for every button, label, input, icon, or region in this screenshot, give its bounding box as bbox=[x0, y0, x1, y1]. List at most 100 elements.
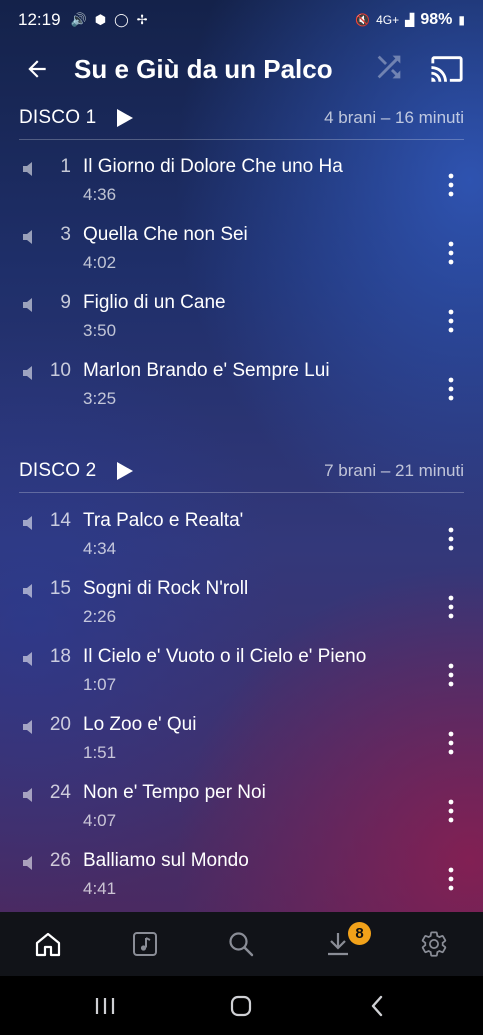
track-duration: 1:07 bbox=[83, 675, 117, 694]
track-title: Balliamo sul Mondo bbox=[83, 850, 249, 871]
battery-icon: ▮ bbox=[458, 13, 465, 27]
more-vert-icon bbox=[448, 595, 454, 619]
app-notification-icon: ⬢ bbox=[94, 12, 107, 27]
track-more-button[interactable] bbox=[436, 236, 466, 270]
nav-library[interactable] bbox=[125, 926, 165, 962]
track-duration: 4:36 bbox=[83, 185, 117, 204]
track-duration: 3:25 bbox=[83, 389, 117, 408]
search-icon bbox=[229, 932, 254, 957]
track-title: Lo Zoo e' Qui bbox=[83, 714, 197, 735]
track-more-button[interactable] bbox=[436, 522, 466, 556]
speaker-icon bbox=[23, 366, 32, 380]
track-number: 26 bbox=[49, 850, 71, 871]
download-count-badge: 8 bbox=[348, 922, 371, 945]
signal-icon: ▟ bbox=[405, 13, 415, 27]
track-duration: 3:50 bbox=[83, 321, 117, 340]
recents-button[interactable] bbox=[88, 992, 122, 1020]
speaker-icon bbox=[23, 788, 32, 802]
track-title: Non e' Tempo per Noi bbox=[83, 782, 266, 803]
track-duration: 4:34 bbox=[83, 539, 117, 558]
disc-title: DISCO 2 bbox=[19, 459, 97, 481]
track-row[interactable]: 20 Lo Zoo e' Qui 1:51 bbox=[0, 714, 483, 782]
track-title: Figlio di un Cane bbox=[83, 292, 226, 313]
bottom-navigation bbox=[0, 912, 483, 976]
back-chevron-icon bbox=[371, 995, 383, 1017]
speaker-icon bbox=[23, 720, 32, 734]
more-vert-icon bbox=[448, 799, 454, 823]
track-row[interactable]: 24 Non e' Tempo per Noi 4:07 bbox=[0, 782, 483, 850]
more-vert-icon bbox=[448, 527, 454, 551]
track-duration: 1:51 bbox=[83, 743, 117, 762]
track-more-button[interactable] bbox=[436, 658, 466, 692]
track-number: 15 bbox=[49, 578, 71, 599]
settings-icon bbox=[421, 931, 447, 957]
track-more-button[interactable] bbox=[436, 794, 466, 828]
back-button[interactable] bbox=[12, 44, 62, 94]
play-disc-button[interactable] bbox=[116, 460, 138, 482]
track-duration: 4:07 bbox=[83, 811, 117, 830]
disc-header: DISCO 2 7 brani – 21 minuti bbox=[19, 449, 464, 493]
more-vert-icon bbox=[448, 663, 454, 687]
track-row[interactable]: 26 Balliamo sul Mondo 4:41 bbox=[0, 850, 483, 918]
nav-settings[interactable] bbox=[414, 926, 454, 962]
track-number: 14 bbox=[49, 510, 71, 531]
system-navigation-bar bbox=[0, 976, 483, 1035]
track-title: Quella Che non Sei bbox=[83, 224, 248, 245]
speaker-icon bbox=[23, 230, 32, 244]
cast-icon[interactable] bbox=[430, 52, 464, 86]
track-more-button[interactable] bbox=[436, 590, 466, 624]
shuffle-icon[interactable] bbox=[372, 50, 406, 84]
track-more-button[interactable] bbox=[436, 726, 466, 760]
track-row[interactable]: 15 Sogni di Rock N'roll 2:26 bbox=[0, 578, 483, 646]
speaker-icon bbox=[23, 516, 32, 530]
track-title: Tra Palco e Realta' bbox=[83, 510, 244, 531]
recents-icon bbox=[95, 998, 115, 1014]
disc-header: DISCO 1 4 brani – 16 minuti bbox=[19, 96, 464, 140]
track-more-button[interactable] bbox=[436, 862, 466, 896]
track-title: Il Cielo e' Vuoto o il Cielo e' Pieno bbox=[83, 646, 367, 667]
play-disc-button[interactable] bbox=[116, 107, 138, 129]
more-vert-icon bbox=[448, 241, 454, 265]
speaker-icon bbox=[23, 298, 32, 312]
track-more-button[interactable] bbox=[436, 304, 466, 338]
track-more-button[interactable] bbox=[436, 168, 466, 202]
track-duration: 2:26 bbox=[83, 607, 117, 626]
circle-icon: ◯ bbox=[114, 12, 129, 27]
disc-info: 7 brani – 21 minuti bbox=[324, 460, 464, 480]
more-vert-icon bbox=[448, 731, 454, 755]
network-type: 4G+ bbox=[376, 13, 400, 27]
home-icon bbox=[35, 932, 61, 957]
track-number: 24 bbox=[49, 782, 71, 803]
speaker-icon bbox=[23, 584, 32, 598]
disc-title: DISCO 1 bbox=[19, 106, 97, 128]
status-bar: 12:19 🔊 ⬢ ◯ ✢ 🔇 4G+ ▟ 98% ▮ bbox=[0, 0, 483, 40]
track-number: 10 bbox=[49, 360, 71, 381]
accessibility-icon: ✢ bbox=[136, 12, 148, 27]
mute-icon: 🔇 bbox=[355, 13, 371, 27]
track-row[interactable]: 9 Figlio di un Cane 3:50 bbox=[0, 292, 483, 360]
battery-level: 98% bbox=[420, 11, 453, 28]
more-vert-icon bbox=[448, 173, 454, 197]
page-title: Su e Giù da un Palco bbox=[74, 53, 333, 84]
play-icon bbox=[117, 108, 134, 127]
more-vert-icon bbox=[448, 867, 454, 891]
status-notification-icons: 🔊 ⬢ ◯ ✢ bbox=[71, 12, 148, 28]
track-row[interactable]: 3 Quella Che non Sei 4:02 bbox=[0, 224, 483, 292]
nav-search[interactable] bbox=[221, 926, 261, 962]
status-time: 12:19 bbox=[18, 10, 61, 29]
track-row[interactable]: 10 Marlon Brando e' Sempre Lui 3:25 bbox=[0, 360, 483, 428]
music-note-icon bbox=[133, 932, 157, 956]
speaker-icon bbox=[23, 162, 32, 176]
track-row[interactable]: 18 Il Cielo e' Vuoto o il Cielo e' Pieno… bbox=[0, 646, 483, 714]
home-circle-icon bbox=[230, 995, 252, 1017]
more-vert-icon bbox=[448, 377, 454, 401]
system-home-button[interactable] bbox=[224, 992, 258, 1020]
track-number: 1 bbox=[60, 156, 71, 177]
track-row[interactable]: 1 Il Giorno di Dolore Che uno Ha 4:36 bbox=[0, 156, 483, 224]
volume-icon: 🔊 bbox=[70, 12, 87, 27]
track-row[interactable]: 14 Tra Palco e Realta' 4:34 bbox=[0, 510, 483, 578]
system-back-button[interactable] bbox=[360, 992, 394, 1020]
track-more-button[interactable] bbox=[436, 372, 466, 406]
nav-home[interactable] bbox=[28, 926, 68, 962]
track-duration: 4:02 bbox=[83, 253, 117, 272]
